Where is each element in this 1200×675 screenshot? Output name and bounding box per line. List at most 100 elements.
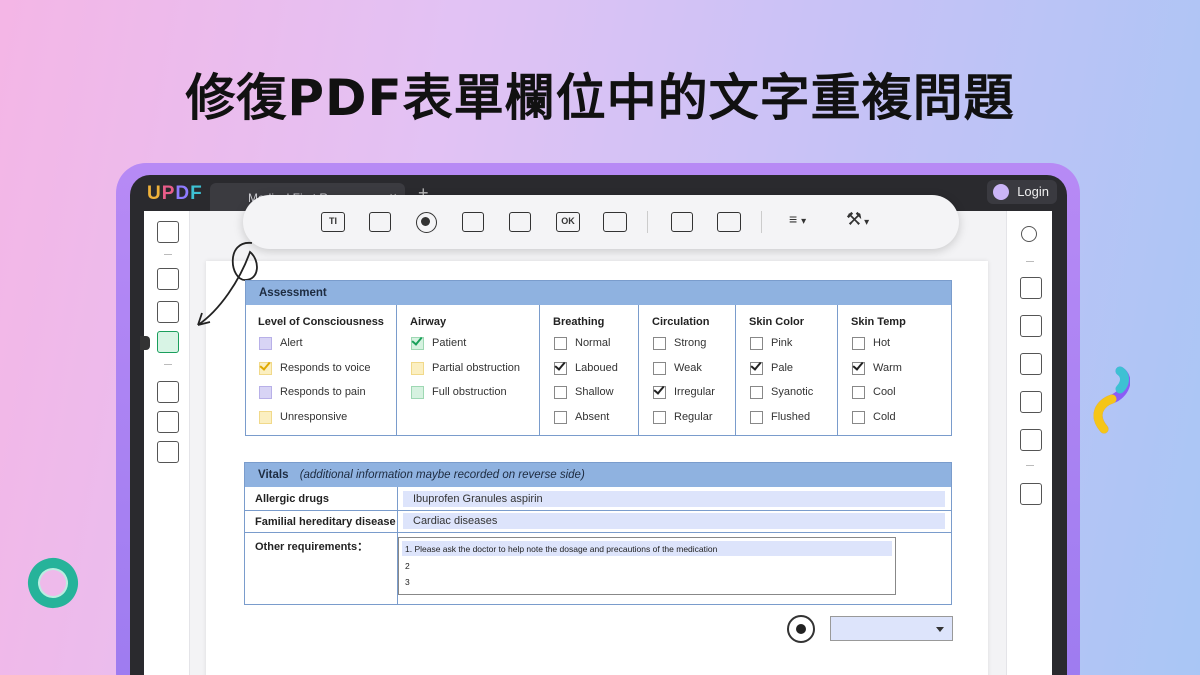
chevron-down-icon: [936, 627, 944, 632]
radio-button-field[interactable]: [787, 615, 815, 643]
signature-tool-icon[interactable]: [603, 212, 627, 232]
dropdown-field[interactable]: [830, 616, 953, 641]
avatar-icon: [993, 184, 1010, 200]
divider: [245, 510, 951, 511]
checkbox[interactable]: [750, 337, 763, 350]
option-label: Cold: [873, 410, 896, 423]
column-title: Skin Color: [749, 316, 805, 328]
share-icon[interactable]: [1020, 391, 1042, 413]
checked-checkbox[interactable]: [411, 334, 424, 350]
checkmark-icon: [750, 358, 762, 371]
vitals-subtitle: (additional information maybe recorded o…: [299, 469, 585, 481]
button-tool-icon[interactable]: OK: [556, 212, 580, 232]
email-icon[interactable]: [1020, 429, 1042, 451]
checkbox[interactable]: [750, 386, 763, 399]
align-caret-icon: ▾: [801, 216, 807, 227]
tools-icon[interactable]: ⚒ ▾: [846, 209, 869, 230]
vitals-header: Vitals (additional information maybe rec…: [245, 463, 951, 487]
vitals-title: Vitals: [258, 469, 289, 481]
column-title: Skin Temp: [851, 316, 906, 328]
checkbox[interactable]: [259, 410, 272, 424]
option-label: Shallow: [575, 386, 614, 398]
option-label: Responds to voice: [280, 361, 371, 374]
option-label: Alert: [280, 337, 303, 349]
edit-pdf-icon[interactable]: [157, 301, 179, 323]
option-label: Absent: [575, 410, 610, 423]
duplicate-fields-icon[interactable]: [671, 212, 693, 232]
option-label: Warm: [873, 361, 902, 374]
ocr-icon[interactable]: [1020, 277, 1042, 299]
align-icon[interactable]: ≡ ▾: [789, 211, 806, 227]
text-field-icon[interactable]: TI: [321, 212, 345, 232]
assessment-column: Airway Patient Partial obstruction Full obs…: [397, 305, 540, 435]
search-icon[interactable]: [1021, 226, 1037, 242]
checkbox[interactable]: [259, 337, 272, 350]
tools-caret-icon: ▾: [864, 217, 870, 228]
checked-checkbox[interactable]: [852, 358, 865, 375]
divider: [164, 364, 172, 365]
headline: 修復PDF表單欄位中的文字重複問題: [185, 69, 1015, 127]
checkbox[interactable]: [554, 337, 567, 350]
divider: [647, 211, 648, 233]
protect-icon[interactable]: [1020, 353, 1042, 375]
option-label: Irregular: [674, 386, 715, 398]
checkbox[interactable]: [259, 386, 272, 399]
divider: [761, 211, 762, 233]
assessment-column: Circulation Strong Weak Irregular Regular: [639, 305, 736, 435]
checkbox[interactable]: [554, 386, 567, 399]
login-button[interactable]: Login: [987, 180, 1057, 204]
checkbox[interactable]: [554, 410, 567, 424]
checked-checkbox[interactable]: [750, 358, 763, 375]
form-toolbar: TI OK ≡ ▾ ⚒ ▾: [243, 195, 959, 249]
comment-icon[interactable]: [157, 268, 179, 290]
option-label: Strong: [674, 337, 707, 349]
divider: [164, 254, 172, 255]
checkbox[interactable]: [852, 337, 865, 350]
column-title: Level of Consciousness: [258, 316, 384, 328]
option-label: Partial obstruction: [432, 361, 521, 374]
logo-letter: D: [175, 183, 191, 204]
dropdown-tool-icon[interactable]: [462, 212, 484, 232]
divider: [1026, 261, 1034, 262]
divider: [1026, 465, 1034, 466]
familial-disease-field[interactable]: Cardiac diseases: [403, 513, 945, 529]
other-requirements-textarea[interactable]: 1. Please ask the doctor to help note th…: [398, 537, 896, 595]
column-title: Circulation: [652, 316, 710, 328]
checkbox-tool-icon[interactable]: [369, 212, 391, 232]
decorative-swirl-icon: [1093, 366, 1130, 434]
option-label: Patient: [432, 337, 467, 349]
collapse-handle[interactable]: [140, 336, 150, 350]
left-sidebar: [140, 211, 190, 675]
prepare-form-icon[interactable]: [157, 331, 179, 353]
crop-icon[interactable]: [157, 411, 179, 433]
checkbox[interactable]: [653, 337, 666, 350]
checkbox[interactable]: [750, 410, 763, 424]
option-label: Syanotic: [771, 386, 814, 398]
checkbox[interactable]: [411, 386, 424, 399]
checkbox[interactable]: [653, 361, 666, 375]
checkmark-icon: [554, 358, 566, 371]
checkmark-icon: [259, 358, 271, 371]
assessment-column: Skin Temp Hot Warm Cool Cold: [838, 305, 952, 435]
checked-checkbox[interactable]: [554, 358, 567, 375]
checked-checkbox[interactable]: [259, 358, 272, 375]
convert-icon[interactable]: [1020, 315, 1042, 337]
allergic-drugs-field[interactable]: Ibuprofen Granules aspirin: [403, 491, 945, 507]
list-box-tool-icon[interactable]: [509, 212, 531, 232]
checked-checkbox[interactable]: [653, 383, 666, 399]
logo-letter: P: [161, 183, 176, 204]
page-tools-icon[interactable]: [157, 441, 179, 463]
checkbox[interactable]: [653, 410, 666, 424]
save-icon[interactable]: [1020, 483, 1042, 505]
radio-button-tool-icon[interactable]: [416, 212, 437, 233]
reader-icon[interactable]: [157, 221, 179, 243]
checkbox[interactable]: [411, 361, 424, 375]
checkbox[interactable]: [852, 410, 865, 424]
assessment-column: Skin Color Pink Pale Syanotic Flushed: [736, 305, 838, 435]
grid-layout-icon[interactable]: [717, 212, 741, 232]
organize-pages-icon[interactable]: [157, 381, 179, 403]
option-label: Pink: [771, 337, 793, 349]
option-label: Flushed: [771, 410, 811, 423]
checkbox[interactable]: [852, 386, 865, 399]
requirement-line: 3: [405, 577, 410, 587]
